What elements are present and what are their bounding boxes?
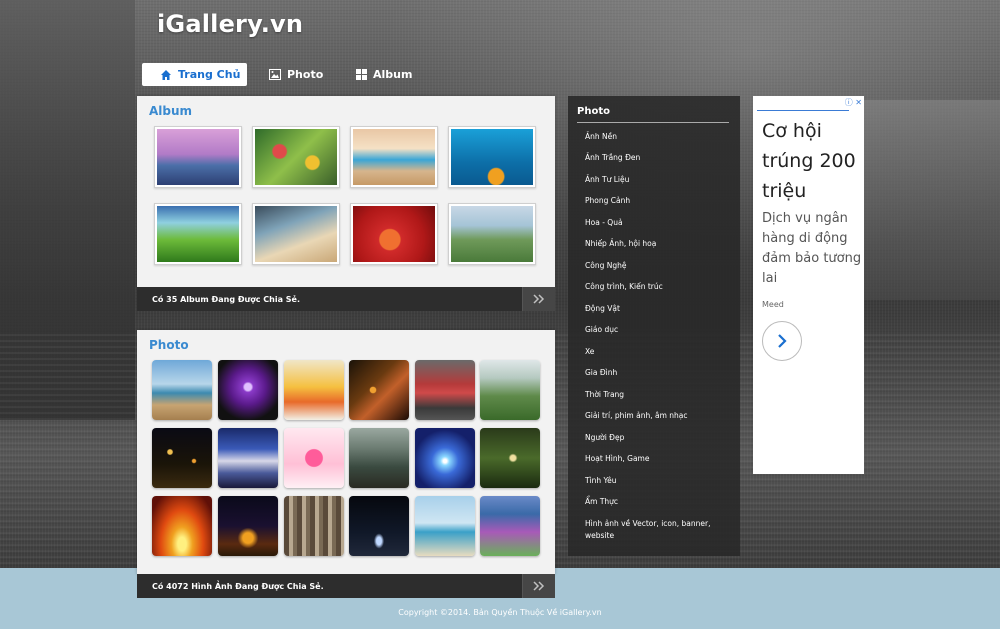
photo-thumb[interactable] — [152, 428, 212, 488]
category-item[interactable]: Thời Trang — [585, 389, 733, 401]
photo-thumb[interactable] — [349, 428, 409, 488]
category-item[interactable]: Động Vật — [585, 303, 733, 315]
background-building-right — [860, 100, 1000, 300]
album-thumb[interactable] — [448, 126, 536, 188]
photo-thumb[interactable] — [218, 496, 278, 556]
ad-top-line — [757, 110, 849, 111]
album-title: Album — [149, 104, 193, 118]
album-footer: Có 35 Album Đang Được Chia Sẻ. — [137, 287, 555, 311]
album-more-button[interactable] — [522, 287, 555, 311]
album-thumb[interactable] — [448, 203, 536, 265]
tab-home-label: Trang Chủ — [178, 68, 241, 81]
tab-photo[interactable]: Photo — [269, 63, 349, 86]
tab-home[interactable]: Trang Chủ — [142, 63, 247, 86]
album-thumb[interactable] — [252, 126, 340, 188]
category-item[interactable]: Xe — [585, 346, 733, 358]
photo-thumb[interactable] — [480, 428, 540, 488]
tab-photo-label: Photo — [287, 68, 324, 81]
photo-panel: Photo — [137, 330, 555, 574]
ad-headline: Cơ hội trúng 200 triệu — [762, 120, 856, 202]
category-item[interactable]: Ẩm Thực — [585, 496, 733, 508]
photo-thumb[interactable] — [152, 496, 212, 556]
photo-thumb[interactable] — [415, 428, 475, 488]
album-thumb[interactable] — [350, 203, 438, 265]
category-item[interactable]: Công Nghệ — [585, 260, 733, 272]
ad-open-button[interactable] — [762, 321, 802, 361]
photo-thumb[interactable] — [152, 360, 212, 420]
category-item[interactable]: Phong Cảnh — [585, 195, 733, 207]
photo-thumb[interactable] — [480, 360, 540, 420]
album-thumb[interactable] — [350, 126, 438, 188]
tab-album[interactable]: Album — [356, 63, 436, 86]
photo-thumb[interactable] — [284, 428, 344, 488]
category-item[interactable]: Giáo dục — [585, 324, 733, 336]
ad-brand: Meed — [762, 300, 784, 309]
photo-thumb[interactable] — [480, 496, 540, 556]
album-thumb[interactable] — [154, 126, 242, 188]
copyright-text: Copyright ©2014. Bản Quyền Thuộc Về iGal… — [398, 608, 602, 617]
category-item[interactable]: Ảnh Nền — [585, 131, 733, 143]
photo-count-text: Có 4072 Hình Ảnh Đang Được Chia Sẻ. — [152, 581, 324, 591]
category-item[interactable]: Tình Yêu — [585, 475, 733, 487]
site-logo[interactable]: iGallery.vn — [157, 10, 303, 38]
category-divider — [577, 122, 729, 123]
category-item[interactable]: Người Đẹp — [585, 432, 733, 444]
double-chevron-right-icon — [533, 581, 545, 591]
tab-album-label: Album — [373, 68, 413, 81]
category-item[interactable]: Hoạt Hình, Game — [585, 453, 733, 465]
photo-footer: Có 4072 Hình Ảnh Đang Được Chia Sẻ. — [137, 574, 555, 598]
album-thumb[interactable] — [252, 203, 340, 265]
category-item[interactable]: Ảnh Tư Liệu — [585, 174, 733, 186]
photo-thumb[interactable] — [218, 428, 278, 488]
photo-thumb[interactable] — [284, 496, 344, 556]
photo-thumb[interactable] — [415, 496, 475, 556]
double-chevron-right-icon — [533, 294, 545, 304]
category-item[interactable]: Hoa - Quả — [585, 217, 733, 229]
photo-thumb[interactable] — [415, 360, 475, 420]
photo-thumb[interactable] — [349, 360, 409, 420]
image-icon — [269, 69, 281, 80]
photo-more-button[interactable] — [522, 574, 555, 598]
category-item[interactable]: Hình ảnh về Vector, icon, banner, websit… — [585, 518, 733, 542]
album-panel: Album — [137, 96, 555, 287]
grid-icon — [356, 69, 367, 80]
category-item[interactable]: Ảnh Trắng Đen — [585, 152, 733, 164]
photo-title: Photo — [149, 338, 189, 352]
category-item[interactable]: Công trình, Kiến trúc — [585, 281, 733, 293]
album-thumb[interactable] — [154, 203, 242, 265]
photo-thumb[interactable] — [349, 496, 409, 556]
photo-thumb[interactable] — [218, 360, 278, 420]
album-count-text: Có 35 Album Đang Được Chia Sẻ. — [152, 294, 300, 304]
photo-thumb[interactable] — [284, 360, 344, 420]
category-item[interactable]: Gia Đình — [585, 367, 733, 379]
category-title: Photo — [577, 106, 610, 117]
ad-choices-icon[interactable]: ⓘ ✕ — [845, 97, 862, 108]
chevron-right-icon — [778, 334, 787, 348]
background-building-left — [0, 0, 135, 420]
home-icon — [161, 69, 171, 80]
category-item[interactable]: Giải trí, phim ảnh, âm nhạc — [585, 410, 733, 422]
ad-body: Dịch vụ ngân hàng di động đảm bảo tương … — [762, 211, 862, 286]
advertisement[interactable]: ⓘ ✕ Cơ hội trúng 200 triệu Dịch vụ ngân … — [753, 96, 864, 474]
category-item[interactable]: Nhiếp Ảnh, hội hoạ — [585, 238, 733, 250]
category-sidebar: Photo Ảnh Nền Ảnh Trắng Đen Ảnh Tư Liệu … — [568, 96, 740, 556]
